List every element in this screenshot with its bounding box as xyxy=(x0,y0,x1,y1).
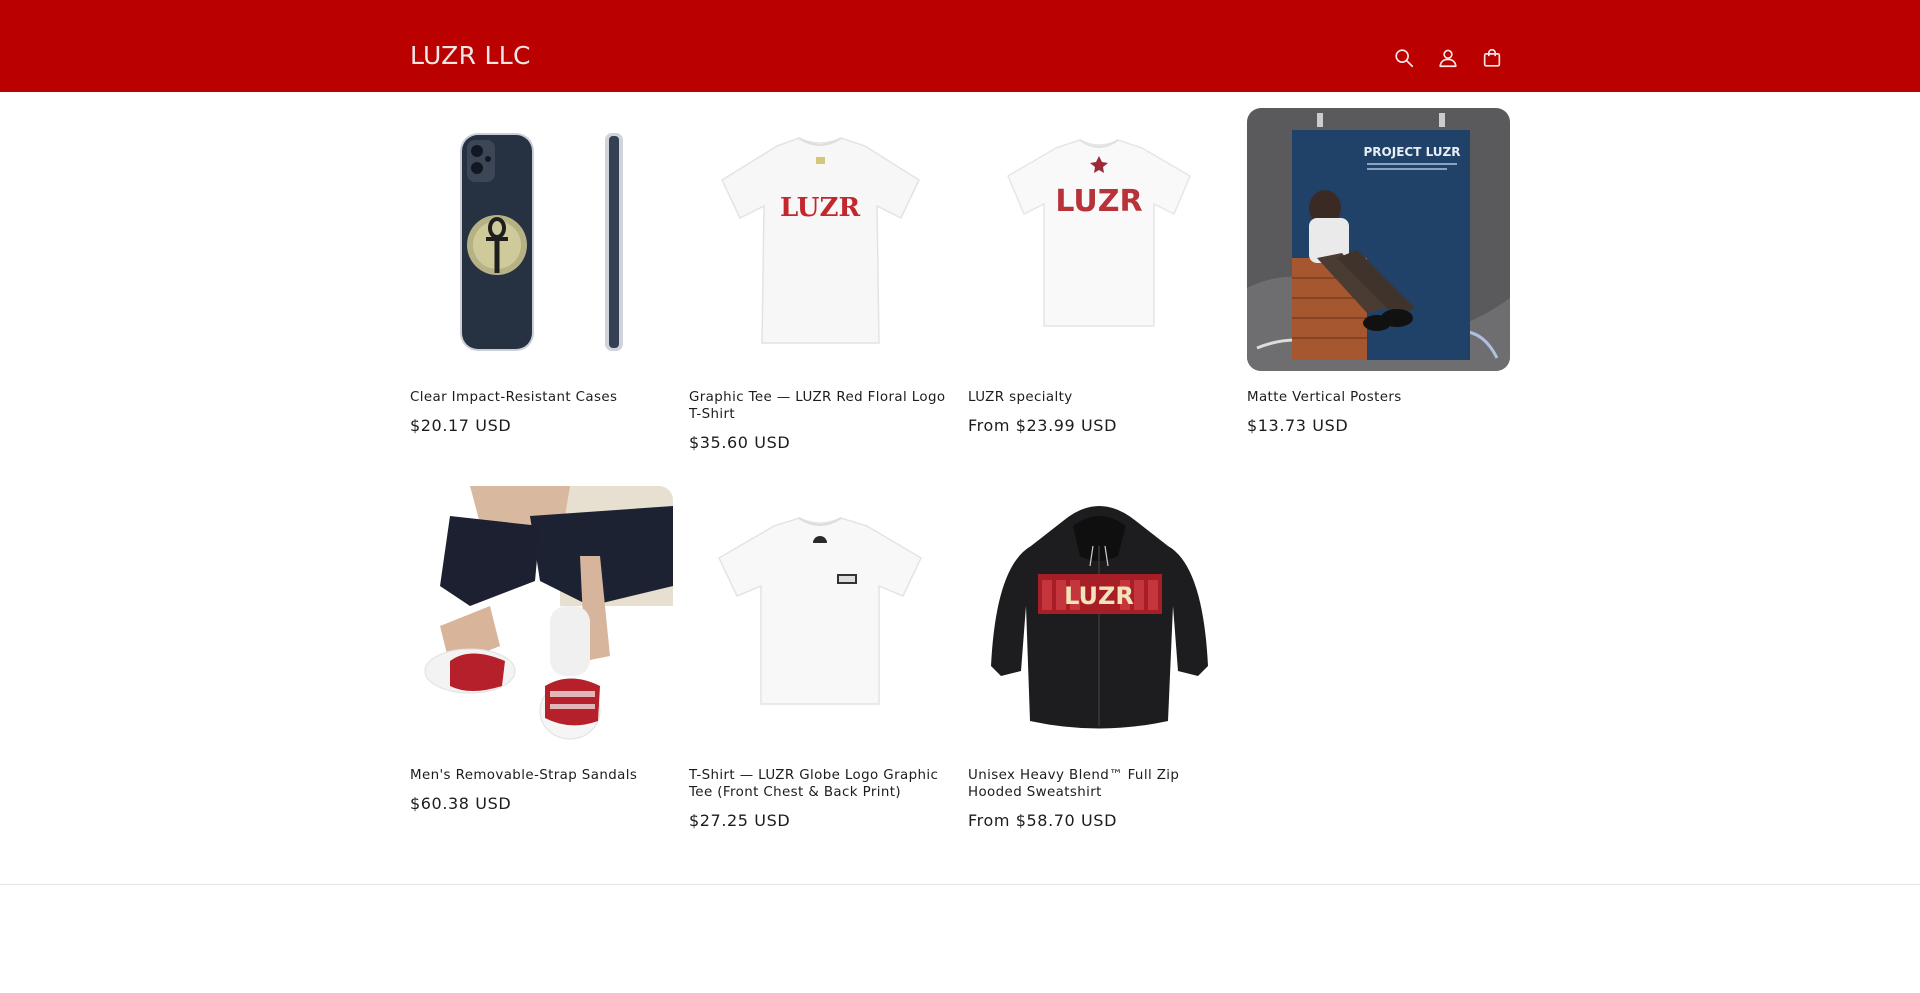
product-card[interactable]: Clear Impact-Resistant Cases $20.17 USD xyxy=(410,108,673,435)
product-image[interactable] xyxy=(689,486,952,749)
product-card[interactable]: LUZR LUZR specialty From $23.99 USD xyxy=(968,108,1231,435)
product-price: $13.73 USD xyxy=(1247,416,1349,435)
poster-title-text: PROJECT LUZR xyxy=(1364,145,1461,159)
product-image[interactable] xyxy=(410,486,673,749)
product-image[interactable]: LUZR xyxy=(968,486,1231,749)
product-title[interactable]: Unisex Heavy Blend™ Full Zip Hooded Swea… xyxy=(968,767,1231,801)
product-title[interactable]: Matte Vertical Posters xyxy=(1247,389,1510,406)
product-price: $20.17 USD xyxy=(410,416,512,435)
product-card[interactable]: T-Shirt — LUZR Globe Logo Graphic Tee (F… xyxy=(689,486,952,830)
poster-image: PROJECT LUZR xyxy=(1247,108,1510,371)
site-header: LUZR LLC xyxy=(0,0,1920,92)
product-image[interactable]: LUZR xyxy=(968,108,1231,371)
product-image[interactable]: PROJECT LUZR xyxy=(1247,108,1510,371)
product-title[interactable]: Men's Removable-Strap Sandals xyxy=(410,767,673,784)
store-logo[interactable]: LUZR LLC xyxy=(410,41,531,70)
hoodie-image: LUZR xyxy=(991,506,1208,729)
hoodie-logo-text: LUZR xyxy=(1064,582,1134,610)
product-title[interactable]: T-Shirt — LUZR Globe Logo Graphic Tee (F… xyxy=(689,767,952,801)
product-price: From $58.70 USD xyxy=(968,811,1117,830)
product-card[interactable]: Men's Removable-Strap Sandals $60.38 USD xyxy=(410,486,673,813)
product-image[interactable] xyxy=(410,108,673,371)
tshirt-image: LUZR xyxy=(721,137,920,344)
search-button[interactable] xyxy=(1389,43,1419,73)
sandals-image xyxy=(410,486,673,749)
product-price: From $23.99 USD xyxy=(968,416,1117,435)
product-price: $60.38 USD xyxy=(410,794,512,813)
product-price: $35.60 USD xyxy=(689,433,791,452)
product-image[interactable]: LUZR xyxy=(689,108,952,371)
account-button[interactable] xyxy=(1433,43,1463,73)
product-card[interactable]: LUZR Unisex Heavy Blend™ Full Zip Hooded… xyxy=(968,486,1231,830)
cart-button[interactable] xyxy=(1477,43,1507,73)
product-title[interactable]: LUZR specialty xyxy=(968,389,1231,406)
product-title[interactable]: Graphic Tee — LUZR Red Floral Logo T-Shi… xyxy=(689,389,952,423)
search-icon xyxy=(1395,49,1414,68)
tshirt-image: LUZR xyxy=(1007,139,1191,327)
shirt-logo-text: LUZR xyxy=(1055,184,1142,219)
tshirt-image xyxy=(718,517,922,705)
phone-case-image xyxy=(460,133,623,351)
shirt-logo-text: LUZR xyxy=(780,193,861,223)
product-card[interactable]: LUZR Graphic Tee — LUZR Red Floral Logo … xyxy=(689,108,952,452)
footer-divider xyxy=(0,884,1920,885)
product-card[interactable]: PROJECT LUZR Matte Vertical Posters $13.… xyxy=(1247,108,1510,435)
cart-icon xyxy=(1483,49,1501,67)
account-icon xyxy=(1439,49,1457,68)
product-title[interactable]: Clear Impact-Resistant Cases xyxy=(410,389,673,406)
product-price: $27.25 USD xyxy=(689,811,791,830)
